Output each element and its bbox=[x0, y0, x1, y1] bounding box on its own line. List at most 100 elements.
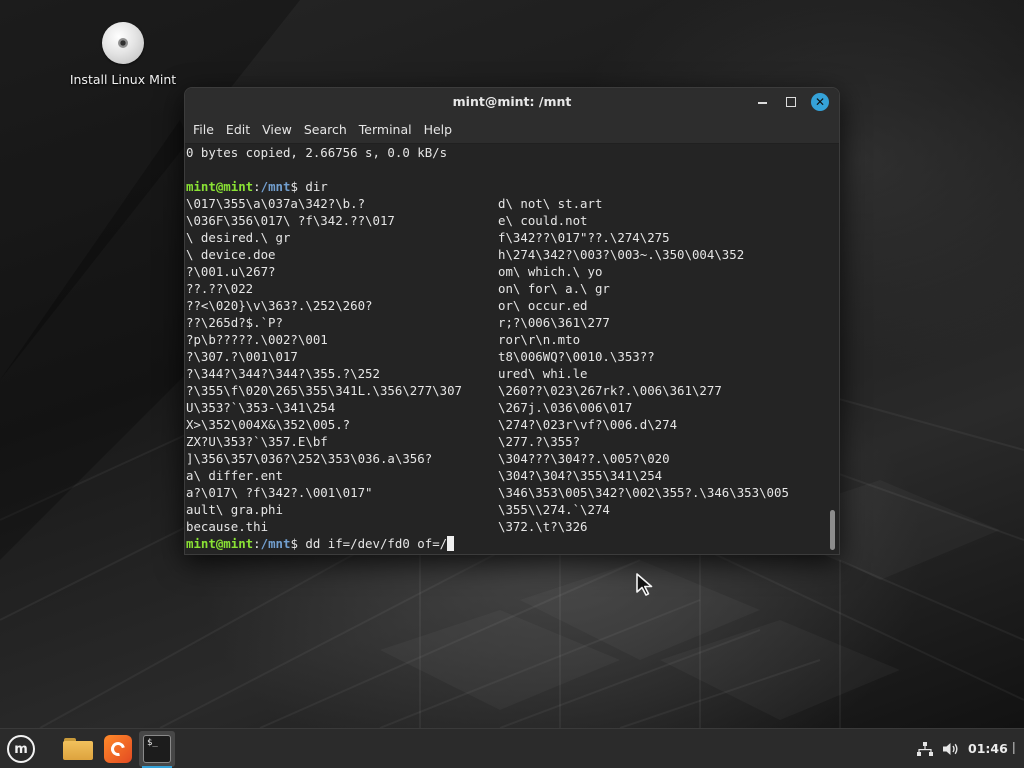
menu-terminal[interactable]: Terminal bbox=[358, 122, 420, 137]
network-tray-button[interactable] bbox=[916, 729, 934, 768]
minimize-button[interactable] bbox=[753, 93, 771, 111]
listing-entry-col2: \267j.\036\006\017 bbox=[498, 400, 633, 415]
scrollbar-thumb[interactable] bbox=[830, 510, 835, 550]
listing-entry-col1: ?\344?\344?\344?\355.?\252 bbox=[186, 366, 380, 381]
title-bar[interactable]: mint@mint: /mnt ✕ bbox=[185, 88, 839, 116]
menu-file[interactable]: File bbox=[192, 122, 222, 137]
terminal-window[interactable]: mint@mint: /mnt ✕ File Edit View Search … bbox=[184, 87, 840, 555]
listing-row: ??.??\022 on\ for\ a.\ gr bbox=[186, 280, 839, 297]
terminal-launcher[interactable]: $_ bbox=[139, 731, 175, 767]
prompt-user: mint@mint bbox=[186, 179, 254, 194]
menu-bar: File Edit View Search Terminal Help bbox=[185, 116, 839, 144]
taskbar: m $_ 01:46 bbox=[0, 728, 1024, 768]
listing-entry-col1: \017\355\a\037a\342?\b.? bbox=[186, 196, 366, 211]
current-prompt-line[interactable]: mint@mint:/mnt$ dd if=/dev/fd0 of=/ bbox=[186, 535, 839, 552]
volume-tray-button[interactable] bbox=[942, 729, 960, 768]
text-cursor bbox=[447, 536, 455, 551]
mouse-pointer-icon bbox=[636, 573, 653, 596]
current-command: dd if=/dev/fd0 of=/ bbox=[305, 536, 448, 551]
listing-row: ??\265d?$.`P? r;?\006\361\277 bbox=[186, 314, 839, 331]
listing-entry-col2: t8\006WQ?\0010.\353?? bbox=[498, 349, 655, 364]
listing-row: because.thi \372.\t?\326 bbox=[186, 518, 839, 535]
listing-row: ??<\020}\v\363?.\252\260? or\ occur.ed bbox=[186, 297, 839, 314]
listing-entry-col2: \372.\t?\326 bbox=[498, 519, 588, 534]
menu-help[interactable]: Help bbox=[423, 122, 461, 137]
listing-entry-col2: \277.?\355? bbox=[498, 434, 581, 449]
listing-row: ?\307.?\001\017 t8\006WQ?\0010.\353?? bbox=[186, 348, 839, 365]
disc-icon bbox=[102, 22, 144, 64]
listing-entry-col2: \274?\023r\vf?\006.d\274 bbox=[498, 417, 678, 432]
listing-entry-col2: \304???\304??.\005?\020 bbox=[498, 451, 670, 466]
minimize-icon bbox=[757, 102, 767, 104]
listing-entry-col2: h\274\342?\003?\003~.\350\004\352 bbox=[498, 247, 745, 262]
listing-entry-col2: f\342??\017"??.\274\275 bbox=[498, 230, 670, 245]
prompt-symbol: $ bbox=[290, 536, 306, 551]
command-text: dir bbox=[305, 179, 328, 194]
maximize-icon bbox=[786, 97, 796, 107]
listing-row: U\353?`\353-\341\254 \267j.\036\006\017 bbox=[186, 399, 839, 416]
listing-row: \ device.doe h\274\342?\003?\003~.\350\00… bbox=[186, 246, 839, 263]
listing-row: ?\001.u\267? om\ which.\ yo bbox=[186, 263, 839, 280]
notifications-icon[interactable] bbox=[1012, 740, 1018, 756]
menu-search[interactable]: Search bbox=[303, 122, 355, 137]
listing-entry-col1: a\ differ.ent bbox=[186, 468, 283, 483]
listing-row: ?p\b?????.\002?\001 ror\r\n.mto bbox=[186, 331, 839, 348]
prompt-symbol: $ bbox=[290, 179, 306, 194]
listing-entry-col2: \304?\304?\355\341\254 bbox=[498, 468, 663, 483]
listing-entry-col1: \036F\356\017\ ?f\342.??\017 bbox=[186, 213, 395, 228]
listing-entry-col2: d\ not\ st.art bbox=[498, 196, 603, 211]
mint-menu-button[interactable]: m bbox=[3, 731, 39, 767]
listing-entry-col2: ured\ whi.le bbox=[498, 366, 588, 381]
firefox-icon bbox=[104, 735, 132, 763]
listing-entry-col2: \260??\023\267rk?.\006\361\277 bbox=[498, 383, 722, 398]
listing-entry-col2: or\ occur.ed bbox=[498, 298, 588, 313]
listing-row: ]\356\357\036?\252\353\036.a\356? \304???… bbox=[186, 450, 839, 467]
menu-edit[interactable]: Edit bbox=[225, 122, 258, 137]
files-launcher[interactable] bbox=[60, 731, 96, 767]
listing-entry-col2: e\ could.not bbox=[498, 213, 588, 228]
terminal-output[interactable]: 0 bytes copied, 2.66756 s, 0.0 kB/s mint… bbox=[185, 144, 839, 554]
prompt-separator: : bbox=[253, 536, 261, 551]
listing-row: X>\352\004X&\352\005.? \274?\023r\vf?\006… bbox=[186, 416, 839, 433]
listing-entry-col1: X>\352\004X&\352\005.? bbox=[186, 417, 351, 432]
desktop-icon-install-linux-mint[interactable]: Install Linux Mint bbox=[66, 22, 180, 87]
listing-entry-col2: \355\\274.`\274 bbox=[498, 502, 610, 517]
listing-row: \017\355\a\037a\342?\b.? d\ not\ st.art bbox=[186, 195, 839, 212]
prompt-path: /mnt bbox=[260, 536, 291, 551]
listing-entry-col1: ?\355\f\020\265\355\341L.\356\277\307 bbox=[186, 383, 463, 398]
listing-entry-col2: om\ which.\ yo bbox=[498, 264, 603, 279]
listing-entry-col1: ]\356\357\036?\252\353\036.a\356? bbox=[186, 451, 433, 466]
listing-entry-col1: \ device.doe bbox=[186, 247, 276, 262]
listing-entry-col1: \ desired.\ gr bbox=[186, 230, 291, 245]
listing-entry-col1: a?\017\ ?f\342?.\001\017" bbox=[186, 485, 373, 500]
volume-icon bbox=[943, 743, 958, 755]
listing-entry-col2: \346\353\005\342?\002\355?.\346\353\005 bbox=[498, 485, 789, 500]
network-icon bbox=[917, 742, 933, 756]
close-button[interactable]: ✕ bbox=[811, 93, 829, 111]
close-icon: ✕ bbox=[814, 95, 826, 109]
window-title: mint@mint: /mnt bbox=[452, 94, 572, 109]
menu-view[interactable]: View bbox=[261, 122, 300, 137]
listing-entry-col1: ??.??\022 bbox=[186, 281, 254, 296]
prompt-user: mint@mint bbox=[186, 536, 254, 551]
listing-row: ?\355\f\020\265\355\341L.\356\277\307 \26… bbox=[186, 382, 839, 399]
output-line: 0 bytes copied, 2.66756 s, 0.0 kB/s bbox=[186, 145, 448, 160]
firefox-launcher[interactable] bbox=[100, 731, 136, 767]
listing-row: a\ differ.ent \304?\304?\355\341\254 bbox=[186, 467, 839, 484]
listing-entry-col2: on\ for\ a.\ gr bbox=[498, 281, 610, 296]
listing-entry-col1: because.thi bbox=[186, 519, 269, 534]
maximize-button[interactable] bbox=[782, 93, 800, 111]
listing-entry-col1: ault\ gra.phi bbox=[186, 502, 283, 517]
terminal-icon-text: $_ bbox=[147, 738, 158, 748]
clock[interactable]: 01:46 bbox=[968, 741, 1008, 756]
files-icon bbox=[63, 738, 93, 760]
mint-menu-icon: m bbox=[7, 735, 35, 763]
listing-entry-col1: ?p\b?????.\002?\001 bbox=[186, 332, 328, 347]
listing-entry-col2: ror\r\n.mto bbox=[498, 332, 581, 347]
listing-entry-col1: ?\001.u\267? bbox=[186, 264, 276, 279]
prompt-line: mint@mint:/mnt$ dir bbox=[186, 178, 839, 195]
listing-entry-col1: U\353?`\353-\341\254 bbox=[186, 400, 336, 415]
listing-row: ault\ gra.phi \355\\274.`\274 bbox=[186, 501, 839, 518]
prompt-separator: : bbox=[253, 179, 261, 194]
desktop-icon-label: Install Linux Mint bbox=[69, 72, 177, 87]
